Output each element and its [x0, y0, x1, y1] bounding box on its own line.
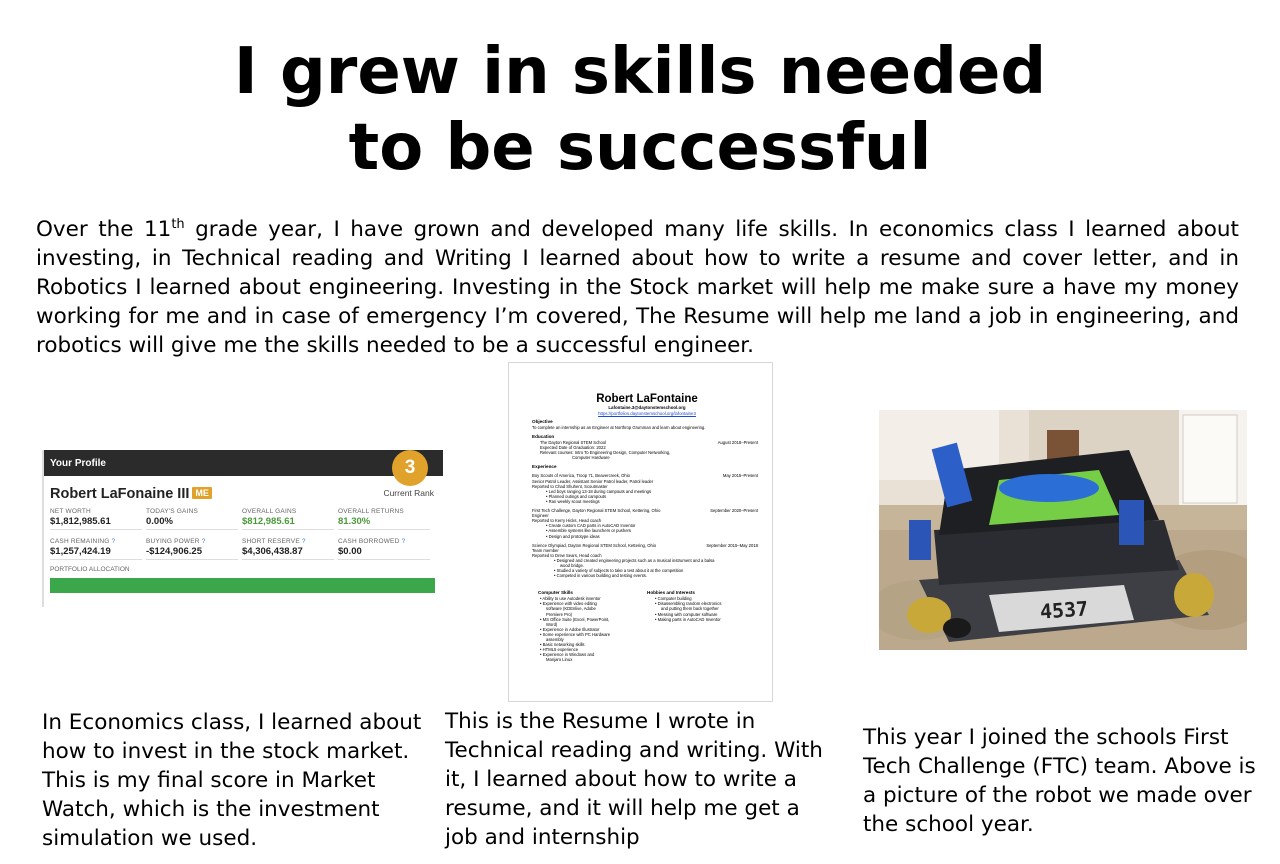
portfolio-allocation-label: PORTFOLIO ALLOCATION: [50, 566, 130, 573]
stat-value: -$124,906.25: [146, 546, 202, 557]
stat-overall-gains: OVERALL GAINS $812,985.61: [242, 508, 334, 530]
resume-bullet: • Ran weekly scout meetings: [546, 498, 600, 504]
stat-value: $0.00: [338, 546, 362, 557]
resume-skills-column: Computer Skills • Ability to use Autodes…: [532, 586, 647, 662]
ftc-caption: This year I joined the schools First Tec…: [863, 725, 1256, 837]
stat-todays-gains: TODAY'S GAINS 0.00%: [146, 508, 238, 530]
market-watch-profile-card: Your Profile 3 Current Rank Robert LaFon…: [42, 450, 443, 607]
stat-cash-remaining: CASH REMAINING ? $1,257,424.19: [50, 538, 142, 560]
resume-bottom-columns: Computer Skills • Ability to use Autodes…: [532, 586, 762, 662]
portfolio-allocation-bar: [50, 578, 435, 593]
resume-portfolio-link[interactable]: https://portfolios.daytonstemschool.org/…: [532, 411, 762, 417]
resume-exp-row: First Tech Challenge, Dayton Regional ST…: [532, 508, 762, 513]
stat-label-text: CASH REMAINING: [50, 538, 110, 545]
robot-illustration: 4537: [879, 410, 1247, 650]
stat-value: 0.00%: [146, 516, 173, 527]
resume-line: First Tech Challenge, Dayton Regional ST…: [532, 508, 661, 514]
resume-line: May 2015–Present: [722, 473, 758, 479]
stat-label: CASH REMAINING ?: [50, 538, 142, 545]
resume-name: Robert LaFontaine: [596, 393, 698, 405]
economics-caption: In Economics class, I learned about how …: [42, 710, 422, 851]
stat-value: $812,985.61: [242, 516, 295, 527]
intro-text-start: Over the 11: [36, 217, 172, 243]
stat-label: NET WORTH: [50, 508, 91, 515]
rank-label: Current Rank: [383, 488, 434, 498]
stat-net-worth: NET WORTH $1,812,985.61: [50, 508, 142, 530]
resume-hobbies-column: Hobbies and Interests • Computer buildin…: [647, 586, 762, 662]
resume-objective: To complete an internship as an Engineer…: [532, 425, 706, 430]
stat-label-text: CASH BORROWED: [338, 538, 400, 545]
stat-label: TODAY'S GAINS: [146, 508, 199, 515]
resume-bullet: • Making parts in AutoCAD Inventor: [655, 616, 721, 622]
robot-photo: 4537: [879, 410, 1247, 650]
robot-team-number: 4537: [1039, 596, 1089, 623]
profile-name: Robert LaFonaine III ME: [50, 486, 212, 502]
rank-badge: 3: [392, 450, 428, 486]
profile-header: Your Profile: [42, 450, 443, 476]
stat-label: OVERALL GAINS: [242, 508, 297, 515]
stat-label: OVERALL RETURNS: [338, 508, 404, 515]
stat-value: $1,257,424.19: [50, 546, 111, 557]
resume-caption: This is the Resume I wrote in Technical …: [445, 709, 823, 850]
stat-value: $4,306,438.87: [242, 546, 303, 557]
intro-paragraph: Over the 11th grade year, I have grown a…: [36, 210, 1239, 360]
stat-buying-power: BUYING POWER ? -$124,906.25: [146, 538, 238, 560]
stat-value: $1,812,985.61: [50, 516, 111, 527]
me-badge: ME: [192, 487, 212, 499]
resume-line: Boy Scouts of America, Troop 71, Beaverc…: [532, 473, 630, 479]
title-line-1: I grew in skills needed: [233, 35, 1047, 109]
stat-label: BUYING POWER ?: [146, 538, 238, 545]
resume-line: September 2015–May 2018: [706, 542, 758, 548]
resume-bullet: • Design and prototype ideas: [546, 533, 600, 539]
resume-experience-heading: Experience: [532, 464, 557, 470]
stat-label: SHORT RESERVE ?: [242, 538, 334, 545]
slide-title: I grew in skills needed to be successful: [0, 34, 1280, 186]
stat-label-text: SHORT RESERVE: [242, 538, 300, 545]
resume-line: Science Olympiad, Dayton Regional STEM S…: [532, 542, 657, 548]
intro-superscript: th: [171, 217, 185, 232]
help-icon[interactable]: ?: [302, 538, 306, 545]
resume-document: Robert LaFontaine Lafontaine.3@daytonste…: [508, 362, 773, 702]
resume-bullet: • Competed in various building and testi…: [554, 573, 647, 579]
title-line-2: to be successful: [348, 111, 932, 185]
profile-name-text: Robert LaFonaine III: [50, 486, 190, 502]
stat-cash-borrowed: CASH BORROWED ? $0.00: [338, 538, 430, 560]
resume-exp-row: Science Olympiad, Dayton Regional STEM S…: [532, 543, 762, 548]
help-icon[interactable]: ?: [401, 538, 405, 545]
resume-line: August 2018–Present: [717, 440, 758, 446]
resume-line: September 2020–Present: [710, 508, 758, 514]
help-icon[interactable]: ?: [202, 538, 206, 545]
stat-label-text: BUYING POWER: [146, 538, 200, 545]
stat-short-reserve: SHORT RESERVE ? $4,306,438.87: [242, 538, 334, 560]
resume-line: Computer Hardware: [572, 455, 610, 461]
intro-text-rest: grade year, I have grown and developed m…: [36, 217, 1239, 359]
stat-value: 81.30%: [338, 516, 371, 527]
resume-line: Manjaro Linux: [546, 657, 573, 663]
stat-overall-returns: OVERALL RETURNS 81.30%: [338, 508, 430, 530]
help-icon[interactable]: ?: [112, 538, 116, 545]
stat-label: CASH BORROWED ?: [338, 538, 430, 545]
card-edge: [42, 450, 44, 607]
